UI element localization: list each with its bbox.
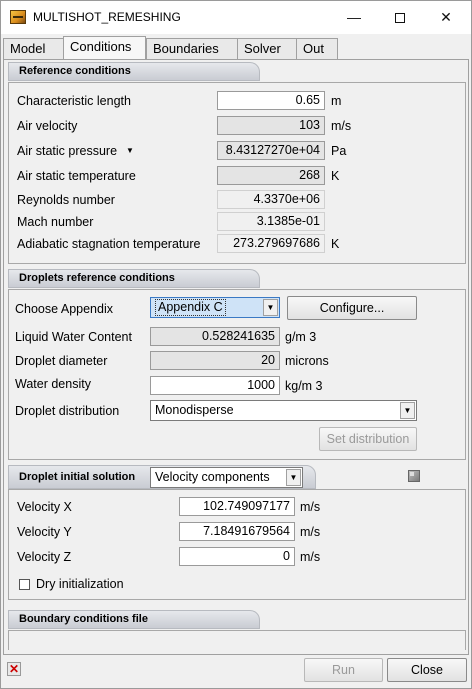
air-velocity-input[interactable]: 103 [217, 116, 325, 135]
set-distribution-button[interactable]: Set distribution [319, 427, 417, 451]
reference-group: Characteristic length 0.65 m Air velocit… [8, 82, 466, 264]
characteristic-length-unit: m [331, 94, 342, 108]
close-button[interactable]: Close [387, 658, 467, 682]
tab-solver[interactable]: Solver [237, 38, 297, 59]
distribution-selected: Monodisperse [155, 403, 234, 417]
conditions-panel: Reference conditions Characteristic leng… [3, 59, 469, 655]
initial-mode-selected: Velocity components [155, 470, 270, 484]
close-window-button[interactable]: ✕ [423, 1, 469, 33]
cube-icon[interactable] [408, 470, 420, 482]
air-static-pressure-input[interactable]: 8.43127270e+04 [217, 141, 325, 160]
dry-init-checkbox[interactable] [19, 579, 30, 590]
droplets-header: Droplets reference conditions [8, 269, 260, 288]
characteristic-length-label: Characteristic length [17, 94, 131, 108]
velocity-x-label: Velocity X [17, 500, 72, 514]
diameter-input[interactable]: 20 [150, 351, 280, 370]
minimize-button[interactable]: — [331, 1, 377, 33]
chevron-down-icon: ▼ [263, 299, 278, 316]
adiabatic-unit: K [331, 237, 340, 251]
adiabatic-label: Adiabatic stagnation temperature [17, 237, 201, 251]
adiabatic-value: 273.279697686 [217, 234, 325, 253]
velocity-x-input[interactable]: 102.749097177 [179, 497, 295, 516]
velocity-y-label: Velocity Y [17, 525, 72, 539]
velocity-x-unit: m/s [300, 500, 321, 514]
droplets-group: Choose Appendix Appendix C ▼ Configure..… [8, 289, 466, 460]
air-static-pressure-label: Air static pressure [17, 144, 118, 158]
air-static-temperature-label: Air static temperature [17, 169, 136, 183]
boundary-group [8, 630, 466, 650]
pressure-dropdown-icon[interactable]: ▼ [126, 146, 134, 155]
appendix-select[interactable]: Appendix C ▼ [150, 297, 280, 318]
lwc-input[interactable]: 0.528241635 [150, 327, 280, 346]
density-input[interactable]: 1000 [150, 376, 280, 395]
air-velocity-label: Air velocity [17, 119, 78, 133]
characteristic-length-input[interactable]: 0.65 [217, 91, 325, 110]
lwc-label: Liquid Water Content [15, 330, 132, 344]
title-bar: MULTISHOT_REMESHING — ✕ [1, 1, 471, 34]
maximize-icon [395, 13, 405, 24]
appendix-selected: Appendix C [155, 299, 226, 316]
diameter-label: Droplet diameter [15, 354, 108, 368]
density-unit: kg/m 3 [285, 379, 323, 393]
mach-value: 3.1385e-01 [217, 212, 325, 231]
main-window: MULTISHOT_REMESHING — ✕ Model Conditions… [0, 0, 472, 689]
tab-out[interactable]: Out [296, 38, 338, 59]
tab-boundaries[interactable]: Boundaries [146, 38, 238, 59]
tab-bar: Model Conditions Boundaries Solver Out [1, 36, 471, 60]
reynolds-label: Reynolds number [17, 193, 115, 207]
distribution-select[interactable]: Monodisperse ▼ [150, 400, 417, 421]
velocity-y-input[interactable]: 7.18491679564 [179, 522, 295, 541]
boundary-header: Boundary conditions file [8, 610, 260, 629]
chevron-down-icon: ▼ [286, 469, 301, 486]
mach-label: Mach number [17, 215, 94, 229]
air-velocity-unit: m/s [331, 119, 352, 133]
reynolds-value: 4.3370e+06 [217, 190, 325, 209]
window-title: MULTISHOT_REMESHING [33, 10, 181, 24]
app-icon [10, 10, 26, 24]
run-button[interactable]: Run [304, 658, 383, 682]
initial-header-label: Droplet initial solution [19, 471, 136, 483]
choose-appendix-label: Choose Appendix [15, 302, 113, 316]
error-icon[interactable]: ✕ [7, 662, 21, 676]
velocity-z-label: Velocity Z [17, 550, 72, 564]
reference-header: Reference conditions [8, 62, 260, 81]
initial-group: Velocity X 102.749097177 m/s Velocity Y … [8, 489, 466, 600]
configure-button[interactable]: Configure... [287, 296, 417, 320]
maximize-button[interactable] [377, 1, 423, 33]
dry-init-label: Dry initialization [36, 577, 124, 591]
tab-model[interactable]: Model [3, 38, 64, 59]
lwc-unit: g/m 3 [285, 330, 317, 344]
air-static-temperature-unit: K [331, 169, 340, 183]
air-static-pressure-unit: Pa [331, 144, 347, 158]
air-static-temperature-input[interactable]: 268 [217, 166, 325, 185]
velocity-z-unit: m/s [300, 550, 321, 564]
tab-conditions[interactable]: Conditions [63, 36, 146, 60]
velocity-y-unit: m/s [300, 525, 321, 539]
distribution-label: Droplet distribution [15, 404, 120, 418]
diameter-unit: microns [285, 354, 329, 368]
initial-mode-select[interactable]: Velocity components ▼ [150, 467, 303, 488]
chevron-down-icon: ▼ [400, 402, 415, 419]
density-label: Water density [15, 377, 91, 391]
velocity-z-input[interactable]: 0 [179, 547, 295, 566]
